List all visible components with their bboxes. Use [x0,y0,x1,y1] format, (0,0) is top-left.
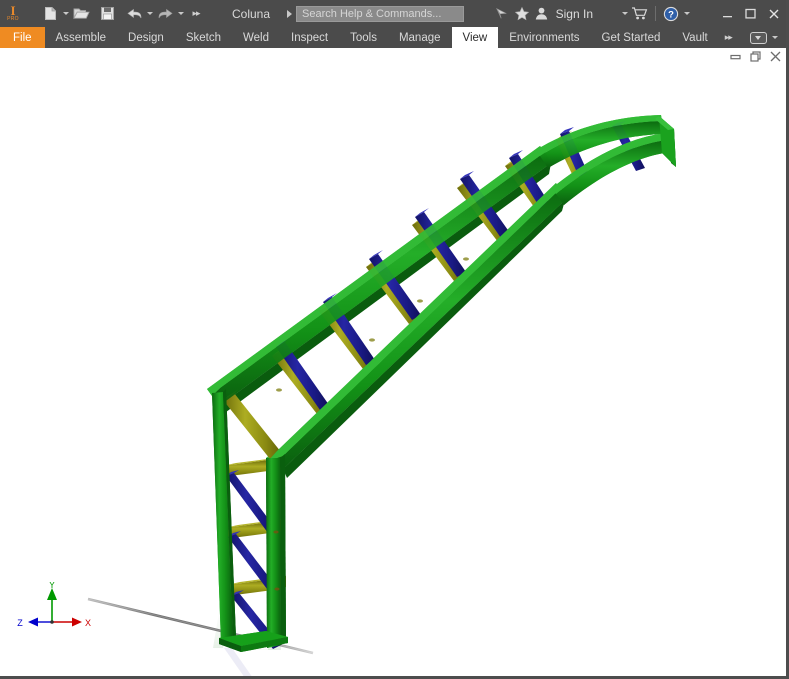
search-input[interactable]: Search Help & Commands... [296,5,465,22]
doc-minimize-button[interactable] [729,50,742,63]
view-axis-triad[interactable]: Y X Z [14,580,94,632]
tab-assemble[interactable]: Assemble [45,27,118,48]
inventor-application-window: I PRO ▸▸ Coluna Search Help & Commands..… [0,0,789,679]
tab-weld[interactable]: Weld [232,27,280,48]
arm-chord-overlays [207,115,676,652]
tab-tools[interactable]: Tools [339,27,388,48]
logo-glyph: I [10,3,16,18]
tab-sketch[interactable]: Sketch [175,27,232,48]
new-document-icon[interactable] [40,0,60,27]
graphics-viewport[interactable]: Y X Z [0,48,786,676]
undo-dropdown-icon[interactable] [144,0,155,27]
titlebar-divider [655,6,656,21]
redo-icon[interactable] [155,0,175,27]
open-document-icon[interactable] [71,0,91,27]
axis-label-z: Z [17,618,23,628]
logo-pro-text: PRO [7,16,19,22]
titlebar-right-group: Sign In ? [492,0,786,27]
help-icon[interactable]: ? [661,0,681,27]
share-view-icon[interactable] [492,0,512,27]
model-3d-render[interactable] [0,48,786,676]
tab-manage[interactable]: Manage [388,27,452,48]
quick-access-toolbar: I PRO ▸▸ [0,0,206,27]
tab-vault[interactable]: Vault [671,27,718,48]
ribbon-overflow-glyph: ▸▸ [724,32,733,42]
search-placeholder-text: Search Help & Commands... [302,7,442,20]
document-name-label: Coluna [232,6,271,21]
maximize-window-button[interactable] [739,0,762,27]
document-window-controls [729,50,782,63]
minimize-window-button[interactable] [716,0,739,27]
save-icon[interactable] [97,0,117,27]
document-name-dropdown-icon[interactable] [282,0,296,27]
tab-environments[interactable]: Environments [498,27,590,48]
tab-inspect[interactable]: Inspect [280,27,339,48]
sign-in-label[interactable]: Sign In [556,7,593,21]
shopping-cart-icon[interactable] [630,0,650,27]
close-window-button[interactable] [762,0,785,27]
tab-design[interactable]: Design [117,27,175,48]
doc-close-button[interactable] [769,50,782,63]
undo-icon[interactable] [124,0,144,27]
tab-file[interactable]: File [0,27,45,48]
tab-get-started[interactable]: Get Started [591,27,672,48]
ribbon-overflow-icon[interactable]: ▸▸ [719,27,738,48]
ribbon-display-caret-icon [771,36,778,39]
doc-restore-button[interactable] [749,50,762,63]
ribbon-display-icon [749,31,767,44]
title-bar: I PRO ▸▸ Coluna Search Help & Commands..… [0,0,786,27]
account-dropdown-icon[interactable] [619,0,630,27]
inventor-pro-logo-icon: I PRO [0,0,26,27]
axis-label-x: X [85,618,91,628]
help-dropdown-icon[interactable] [681,0,692,27]
new-document-dropdown-icon[interactable] [60,0,71,27]
axis-label-y: Y [49,582,55,590]
ribbon-display-options[interactable] [738,27,784,48]
account-person-icon[interactable] [532,0,552,27]
tab-view[interactable]: View [451,27,499,48]
more-commands-icon[interactable]: ▸▸ [186,0,206,27]
svg-text:?: ? [668,9,674,20]
ribbon-tab-bar: File Assemble Design Sketch Weld Inspect… [0,27,786,48]
favorites-star-icon[interactable] [512,0,532,27]
truss-column-model[interactable] [207,98,676,652]
redo-dropdown-icon[interactable] [175,0,186,27]
